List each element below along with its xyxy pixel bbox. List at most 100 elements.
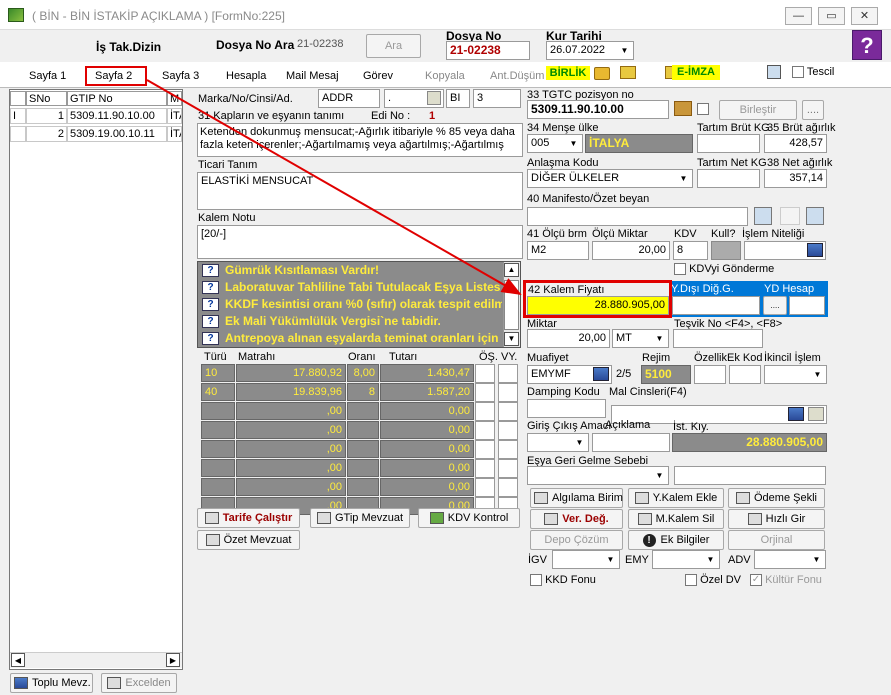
aciklama-field[interactable] (592, 433, 670, 452)
tax-vy-cell[interactable] (498, 421, 518, 440)
folder-up-icon[interactable] (620, 66, 636, 79)
help-button[interactable]: ? (852, 30, 882, 60)
tax-oran-cell[interactable] (347, 440, 379, 458)
chevron-down-icon[interactable]: ▼ (572, 435, 587, 450)
kalem-notu-textarea[interactable]: [20/-] (197, 225, 523, 259)
tab-gorev[interactable]: Görev (363, 70, 393, 82)
anlasma-field[interactable]: DİĞER ÜLKELER ▼ (527, 169, 693, 188)
edit-icon[interactable] (427, 91, 441, 105)
ticari-textarea[interactable]: ELASTİKİ MENSUCAT (197, 172, 523, 210)
table-row-m[interactable]: İTA (167, 126, 182, 142)
tax-oran-cell[interactable] (347, 459, 379, 477)
tax-os-cell[interactable] (475, 440, 495, 459)
chevron-down-icon[interactable]: ▼ (566, 136, 581, 151)
tescil-checkbox[interactable]: Tescil (792, 66, 834, 79)
tax-tutar-cell[interactable]: 0,00 (380, 440, 474, 458)
tax-tutar-cell[interactable]: 1.430,47 (380, 364, 474, 382)
tax-turu-cell[interactable]: 40 (201, 383, 235, 401)
odeme-sekli-button[interactable]: Ödeme Şekli (728, 488, 825, 508)
tax-vy-cell[interactable] (498, 478, 518, 497)
tab-sayfa-3[interactable]: Sayfa 3 (162, 70, 199, 82)
tab-sayfa-1[interactable]: Sayfa 1 (29, 70, 66, 82)
tax-turu-cell[interactable] (201, 459, 235, 477)
lookup-icon[interactable] (593, 367, 609, 381)
question-icon[interactable]: ? (202, 332, 219, 346)
horizontal-scrollbar[interactable] (10, 652, 182, 668)
emy-field[interactable]: ▼ (652, 550, 720, 569)
muafiyet-field[interactable]: EMYMF (527, 365, 612, 384)
scroll-down-icon[interactable]: ▼ (504, 332, 519, 346)
e-imza-badge[interactable]: E-İMZA (672, 65, 720, 80)
table-row-gtip[interactable]: 5309.11.90.10.00 (67, 108, 167, 124)
chevron-down-icon[interactable]: ▼ (652, 468, 667, 483)
tax-os-cell[interactable] (475, 478, 495, 497)
scroll-up-icon[interactable]: ▲ (504, 263, 519, 277)
tax-turu-cell[interactable] (201, 402, 235, 420)
orjinal-button[interactable]: Orjinal (728, 530, 825, 550)
chevron-down-icon[interactable]: ▼ (603, 552, 618, 567)
yd-hesap-field[interactable] (789, 296, 825, 315)
ek-kod-field[interactable] (729, 365, 761, 384)
depo-cozum-button[interactable]: Depo Çözüm (530, 530, 623, 550)
close-button[interactable]: ✕ (851, 7, 878, 25)
tab-kopyala[interactable]: Kopyala (425, 70, 465, 82)
tax-oran-cell[interactable]: 8 (347, 383, 379, 401)
kalem-fiyati-field[interactable]: 28.880.905,00 (527, 296, 669, 315)
mense-code-field[interactable]: 005 ▼ (527, 134, 583, 153)
tax-matrah-cell[interactable]: 17.880,92 (236, 364, 346, 382)
ver-deg-button[interactable]: Ver. Değ. (530, 509, 623, 529)
y-kalem-ekle-button[interactable]: Y.Kalem Ekle (628, 488, 724, 508)
adv-field[interactable]: ▼ (754, 550, 826, 569)
scroll-left-icon[interactable]: ◀ (11, 653, 25, 667)
tab-mail-mesaj[interactable]: Mail Mesaj (286, 70, 339, 82)
tab-hesapla[interactable]: Hesapla (226, 70, 266, 82)
tax-vy-cell[interactable] (498, 459, 518, 478)
giris-cikis-field[interactable]: ▼ (527, 433, 589, 452)
brut-field[interactable]: 428,57 (764, 134, 827, 153)
tartim-brut-field[interactable] (697, 134, 760, 153)
yd-hesap-button[interactable]: .... (763, 296, 787, 315)
islem-niteligi-field[interactable] (744, 241, 826, 260)
tax-os-cell[interactable] (475, 421, 495, 440)
table-row-gtip[interactable]: 5309.19.00.10.11 (67, 126, 167, 142)
table-row-sno[interactable]: 2 (26, 126, 67, 142)
tax-turu-cell[interactable] (201, 440, 235, 458)
question-icon[interactable]: ? (202, 264, 219, 278)
tax-vy-cell[interactable] (498, 440, 518, 459)
chevron-down-icon[interactable]: ▼ (810, 367, 825, 382)
box-icon[interactable] (674, 101, 692, 116)
tab-sayfa-2[interactable]: Sayfa 2 (95, 70, 132, 82)
marka-field-4[interactable]: 3 (473, 89, 521, 108)
kdvyi-gonderme-checkbox[interactable]: KDVyi Gönderme (674, 263, 774, 276)
import-icon[interactable] (806, 207, 824, 225)
maximize-button[interactable]: ▭ (818, 7, 845, 25)
chevron-down-icon[interactable]: ▼ (617, 43, 632, 58)
kdv-kontrol-button[interactable]: KDV Kontrol (418, 508, 520, 528)
tax-oran-cell[interactable]: 8,00 (347, 364, 379, 382)
ikincil-islem-field[interactable]: ▼ (764, 365, 827, 384)
lookup-icon[interactable] (788, 407, 804, 421)
excelden-button[interactable]: Excelden (101, 673, 177, 693)
chevron-down-icon[interactable]: ▼ (809, 552, 824, 567)
damping-field[interactable] (527, 399, 606, 418)
kkd-fonu-checkbox[interactable]: KKD Fonu (530, 574, 596, 587)
m-kalem-sil-button[interactable]: M.Kalem Sil (628, 509, 724, 529)
kur-tarihi-field[interactable]: 26.07.2022 ▼ (546, 41, 634, 60)
tax-tutar-cell[interactable]: 0,00 (380, 478, 474, 496)
tax-matrah-cell[interactable]: ,00 (236, 421, 346, 439)
tax-os-cell[interactable] (475, 402, 495, 421)
scroll-thumb[interactable] (504, 280, 519, 330)
tax-matrah-cell[interactable]: ,00 (236, 440, 346, 458)
toplu-mevz-button[interactable]: Toplu Mevz. (10, 673, 93, 693)
minimize-button[interactable]: — (785, 7, 812, 25)
tax-matrah-cell[interactable]: ,00 (236, 459, 346, 477)
ydisi-field[interactable] (672, 296, 760, 315)
igv-field[interactable]: ▼ (552, 550, 620, 569)
chevron-down-icon[interactable]: ▼ (703, 552, 718, 567)
algilama-birim-button[interactable]: Algılama Birim (530, 488, 623, 508)
marka-field[interactable]: ADDR (318, 89, 380, 108)
ek-bilgiler-button[interactable]: ! Ek Bilgiler (628, 530, 724, 550)
tax-vy-cell[interactable] (498, 402, 518, 421)
tgtc-field[interactable]: 5309.11.90.10.00 (527, 100, 669, 119)
scroll-right-icon[interactable]: ▶ (166, 653, 180, 667)
